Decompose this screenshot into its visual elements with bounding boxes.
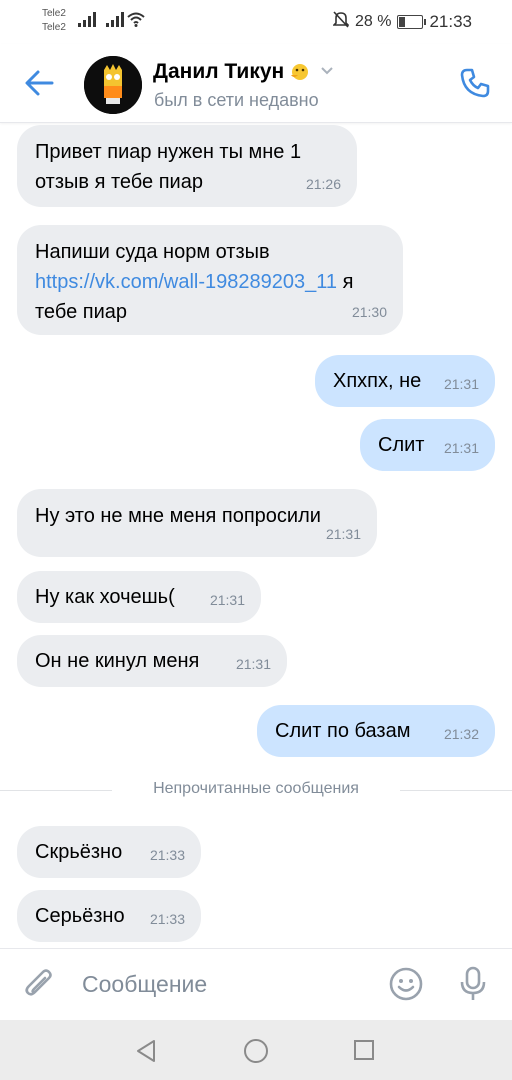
message-text: Напиши суда норм отзыв: [35, 241, 270, 263]
message-time: 21:31: [209, 592, 245, 608]
status-right: 28 % 21:33: [332, 10, 472, 33]
carrier-1: Tele2: [42, 8, 66, 19]
back-arrow-icon[interactable]: [22, 66, 56, 100]
message-text: Хпхпх, не: [333, 370, 422, 392]
message-incoming[interactable]: Серьёзно 21:33: [17, 890, 201, 942]
message-time: 21:31: [443, 376, 479, 392]
message-time: 21:31: [325, 526, 361, 542]
message-text: Ну как хочешь(: [35, 586, 175, 608]
chevron-down-icon[interactable]: [320, 63, 334, 81]
unread-divider-label: Непрочитанные сообщения: [153, 780, 359, 797]
message-outgoing[interactable]: Хпхпх, не 21:31: [315, 355, 495, 407]
system-nav-bar: [0, 1020, 512, 1080]
message-time: 21:26: [305, 176, 341, 192]
message-input[interactable]: Сообщение: [82, 971, 207, 998]
signal-icon-2: [106, 12, 124, 28]
message-composer: Сообщение: [0, 948, 512, 1021]
nav-home-icon[interactable]: [243, 1038, 269, 1069]
battery-percent: 28 %: [354, 12, 392, 30]
status-bar: Tele2 Tele2 28 % 21:33: [0, 0, 512, 44]
nav-back-icon[interactable]: [134, 1038, 158, 1069]
contact-name: Данил Тикун: [153, 60, 285, 83]
message-incoming[interactable]: Ну как хочешь( 21:31: [17, 571, 261, 623]
unread-divider: Непрочитанные сообщения: [0, 778, 512, 802]
phone-icon[interactable]: [458, 66, 492, 100]
message-link[interactable]: https://vk.com/wall-198289203_11: [35, 271, 337, 293]
mute-icon: [332, 10, 350, 33]
message-text: Слит: [378, 434, 425, 456]
message-time: 21:32: [443, 726, 479, 742]
message-incoming[interactable]: Скрьёзно 21:33: [17, 826, 201, 878]
divider-line: [400, 790, 512, 791]
smile-icon[interactable]: [388, 966, 424, 1007]
message-incoming[interactable]: Он не кинул меня 21:31: [17, 635, 287, 687]
message-text: Привет пиар нужен ты мне 1 отзыв я тебе …: [35, 141, 302, 193]
message-time: 21:31: [443, 440, 479, 456]
message-incoming[interactable]: Напиши суда норм отзыв https://vk.com/wa…: [17, 225, 403, 335]
message-time: 21:30: [351, 304, 387, 320]
carrier-2: Tele2: [42, 22, 66, 33]
message-text: Он не кинул меня: [35, 650, 200, 672]
message-text: Серьёзно: [35, 905, 125, 927]
message-text: Ну это не мне меня попросили: [35, 505, 321, 527]
message-time: 21:31: [235, 656, 271, 672]
nav-recents-icon[interactable]: [353, 1039, 375, 1066]
message-incoming[interactable]: Привет пиар нужен ты мне 1 отзыв я тебе …: [17, 125, 357, 207]
message-text: Слит по базам: [275, 720, 411, 742]
contact-name-row[interactable]: Данил Тикун: [153, 60, 334, 84]
paperclip-icon[interactable]: [22, 967, 58, 1008]
signal-icon: [78, 12, 96, 28]
wifi-icon: [126, 10, 146, 28]
message-incoming[interactable]: Ну это не мне меня попросили 21:31: [17, 489, 377, 557]
message-outgoing[interactable]: Слит по базам 21:32: [257, 705, 495, 757]
battery-icon: [397, 14, 427, 29]
avatar[interactable]: [84, 56, 142, 114]
message-text: Скрьёзно: [35, 841, 123, 863]
last-seen-status: был в сети недавно: [154, 90, 319, 110]
chat-header: Данил Тикун был в сети недавно: [0, 44, 512, 123]
message-outgoing[interactable]: Слит 21:31: [360, 419, 495, 471]
emoji-badge-icon: [290, 62, 310, 82]
microphone-icon[interactable]: [456, 965, 490, 1008]
clock: 21:33: [429, 11, 472, 31]
message-list[interactable]: Привет пиар нужен ты мне 1 отзыв я тебе …: [0, 123, 512, 948]
message-time: 21:33: [149, 911, 185, 927]
message-time: 21:33: [149, 847, 185, 863]
